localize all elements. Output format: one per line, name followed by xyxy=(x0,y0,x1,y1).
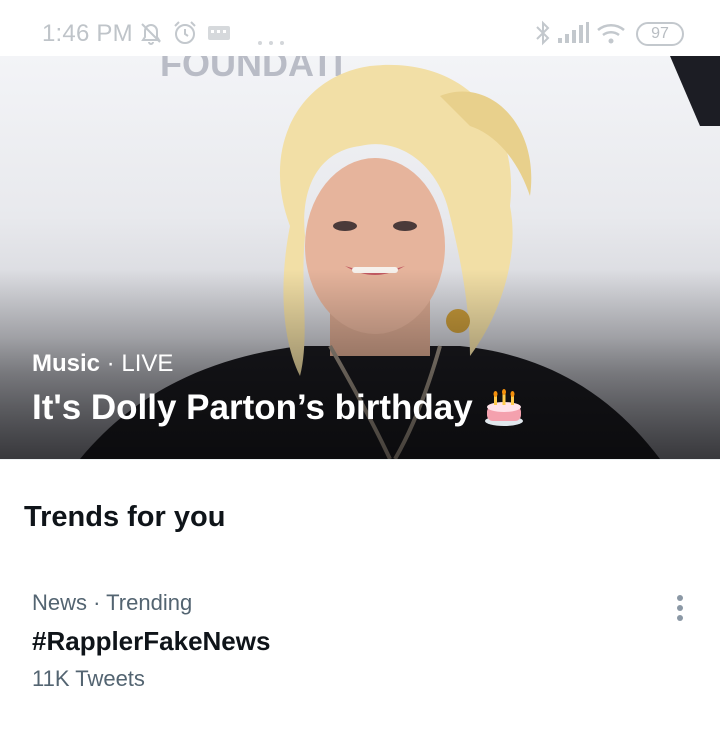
more-vertical-icon[interactable] xyxy=(668,592,692,624)
trend-meta: News · Trending xyxy=(32,590,192,616)
alarm-icon xyxy=(174,21,196,44)
wifi-icon xyxy=(597,23,625,44)
section-divider xyxy=(0,459,720,469)
hero-status: LIVE xyxy=(121,350,174,377)
trends-section-title: Trends for you xyxy=(24,501,226,533)
hero-title: It's Dolly Parton’s birthday xyxy=(32,388,525,428)
battery-icon: 97 xyxy=(636,22,684,46)
more-dots-icon xyxy=(258,41,284,45)
signal-icon xyxy=(558,22,589,43)
trend-category: News xyxy=(32,590,88,615)
message-icon xyxy=(208,26,230,40)
status-time: 1:46 PM xyxy=(42,20,133,47)
hero-meta: Music · LIVE xyxy=(32,350,173,378)
trend-tweet-count: 11K Tweets xyxy=(32,666,145,691)
bluetooth-icon xyxy=(536,20,550,46)
hero-category: Music xyxy=(32,350,101,377)
hero-separator: · xyxy=(100,350,122,377)
bell-off-icon xyxy=(141,23,161,45)
trend-separator: · xyxy=(87,590,107,615)
trend-item[interactable]: News · Trending #RapplerFakeNews 11K Twe… xyxy=(0,568,720,708)
birthday-cake-icon xyxy=(484,389,523,426)
hero-trend-card[interactable]: FOUNDATI Music · LIVE It's Dolly Parton’… xyxy=(0,56,720,459)
status-bar: 1:46 PM 97 xyxy=(0,0,720,56)
backdrop-text: FOUNDATI xyxy=(160,56,343,84)
trend-status: Trending xyxy=(106,590,193,615)
hero-title-text: It's Dolly Parton’s birthday xyxy=(32,388,473,427)
trend-name: #RapplerFakeNews xyxy=(32,626,271,656)
